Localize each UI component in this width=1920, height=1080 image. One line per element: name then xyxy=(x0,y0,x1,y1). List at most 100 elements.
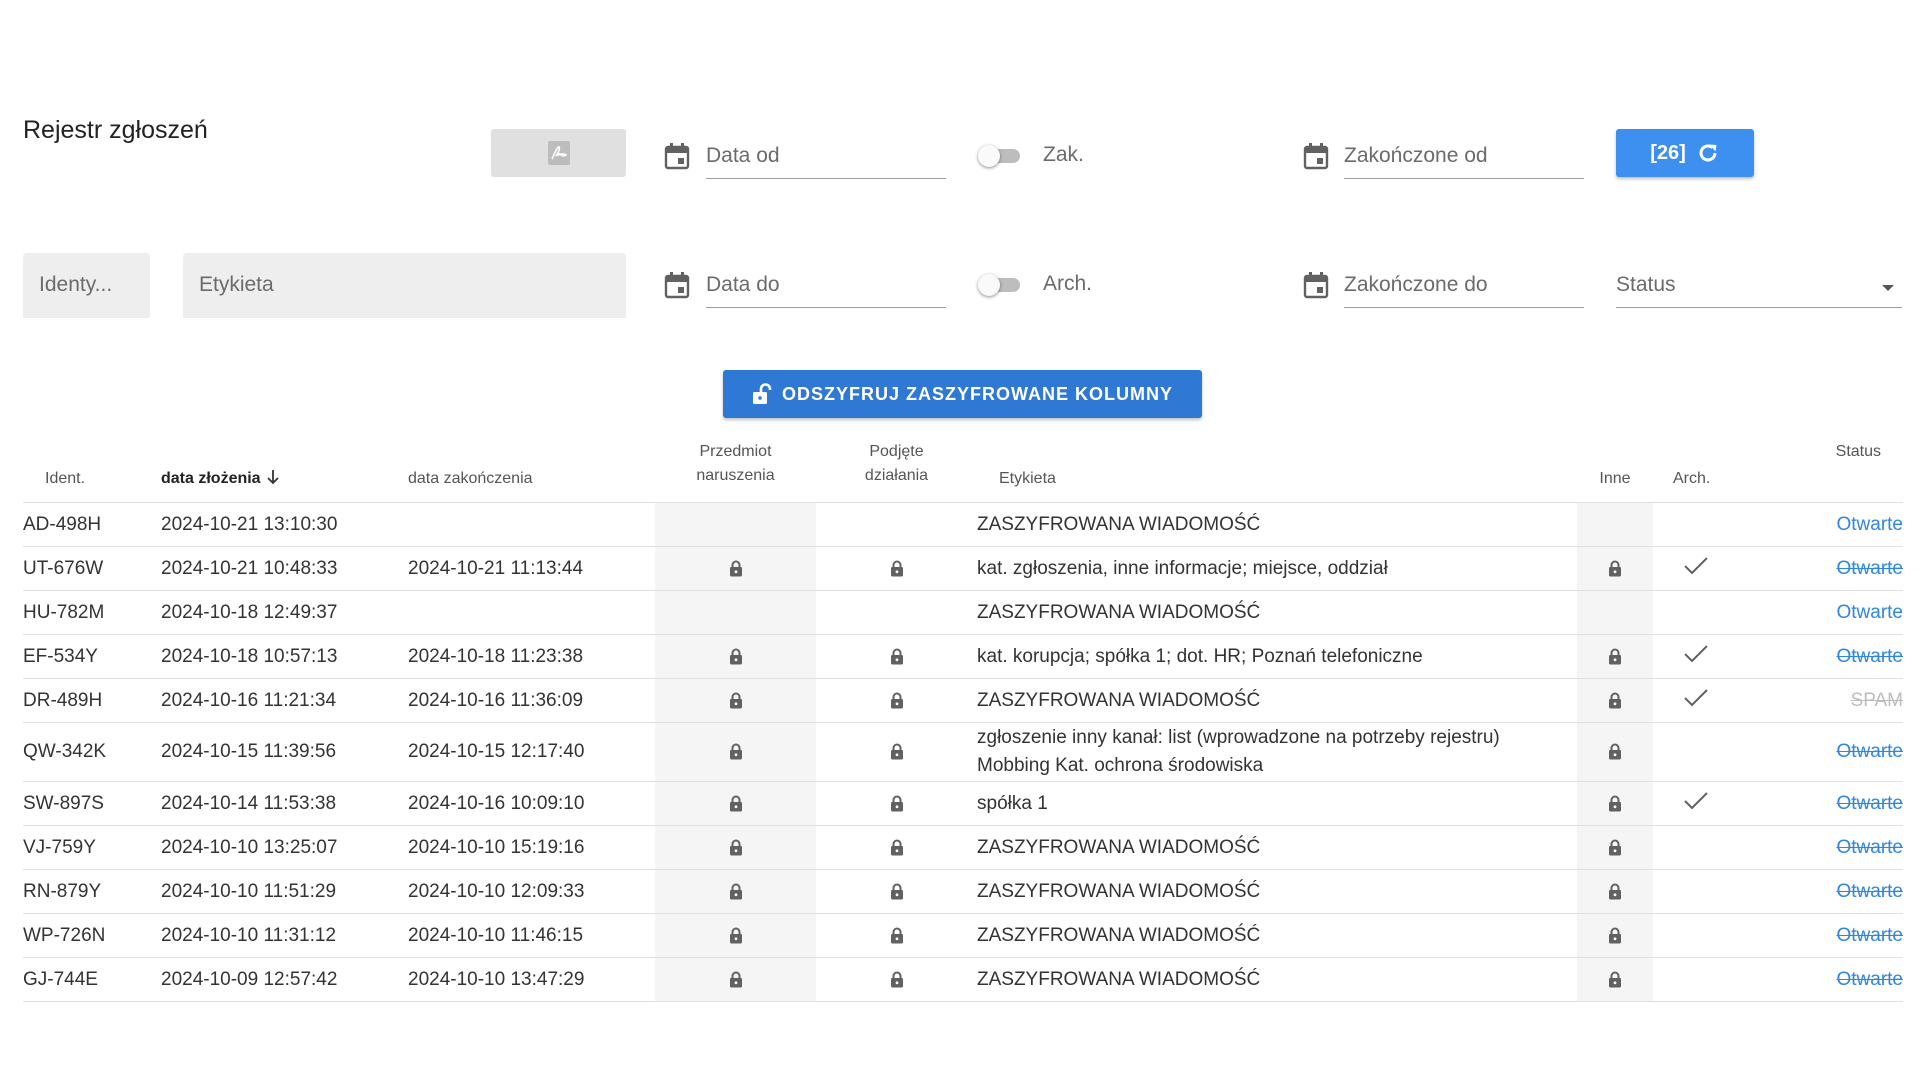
row-subject-cell xyxy=(655,502,816,547)
row-status-cell: Otwarte xyxy=(1738,590,1903,635)
row-ident-link[interactable]: VJ-759Y xyxy=(23,825,161,870)
date-from-field[interactable]: Data od xyxy=(706,130,946,179)
row-status-link[interactable]: Otwarte xyxy=(1836,837,1903,858)
row-submitted-date: 2024-10-15 11:39:56 xyxy=(161,722,408,782)
table-row[interactable]: SW-897S 2024-10-14 11:53:38 2024-10-16 10:… xyxy=(23,781,1903,826)
status-select[interactable]: Status xyxy=(1616,259,1902,308)
column-label[interactable]: Etykieta xyxy=(977,432,1577,503)
row-label-cell: spółka 1 xyxy=(977,781,1577,826)
row-ident-link[interactable]: SW-897S xyxy=(23,781,161,826)
row-ident-link[interactable]: AD-498H xyxy=(23,502,161,547)
decrypt-label: ODSZYFRUJ ZASZYFROWANE KOLUMNY xyxy=(781,383,1173,404)
completed-to-field[interactable]: Zakończone do xyxy=(1344,259,1584,308)
row-status-link[interactable]: Otwarte xyxy=(1836,969,1903,990)
row-label-cell: kat. zgłoszenia, inne informacje; miejsc… xyxy=(977,546,1577,591)
table-row[interactable]: EF-534Y 2024-10-18 10:57:13 2024-10-18 11:… xyxy=(23,634,1903,679)
row-archived-cell xyxy=(1653,869,1738,914)
table-row[interactable]: VJ-759Y 2024-10-10 13:25:07 2024-10-10 15:… xyxy=(23,825,1903,870)
check-icon xyxy=(1683,556,1708,574)
lock-icon xyxy=(729,648,742,665)
refresh-button[interactable]: [26] xyxy=(1616,129,1754,177)
row-actions-cell xyxy=(816,590,977,635)
row-ident-link[interactable]: GJ-744E xyxy=(23,957,161,1002)
column-ident[interactable]: Ident. xyxy=(23,432,161,503)
row-actions-cell xyxy=(816,957,977,1002)
label-field[interactable]: Etykieta xyxy=(183,253,626,318)
identifier-field[interactable]: Identy... xyxy=(23,253,150,318)
row-status-cell: Otwarte xyxy=(1738,825,1903,870)
column-completed[interactable]: data zakończenia xyxy=(408,432,655,503)
column-actions[interactable]: Podjęte działania xyxy=(816,432,977,503)
calendar-icon[interactable] xyxy=(1303,142,1329,170)
chevron-down-icon xyxy=(1882,285,1894,291)
row-status-link[interactable]: Otwarte xyxy=(1836,602,1903,623)
row-ident-link[interactable]: QW-342K xyxy=(23,722,161,782)
row-status-link[interactable]: Otwarte xyxy=(1836,925,1903,946)
row-label: spółka 1 xyxy=(977,792,1048,814)
row-ident-link[interactable]: EF-534Y xyxy=(23,634,161,679)
row-status-cell: Otwarte xyxy=(1738,546,1903,591)
column-status[interactable]: Status xyxy=(1738,432,1903,503)
lock-icon xyxy=(729,692,742,709)
page-title: Rejestr zgłoszeń xyxy=(23,116,208,144)
table-row[interactable]: HU-782M 2024-10-18 12:49:37 ZASZYFROWANA W… xyxy=(23,590,1903,635)
table-row[interactable]: GJ-744E 2024-10-09 12:57:42 2024-10-10 13:… xyxy=(23,957,1903,1002)
table-row[interactable]: WP-726N 2024-10-10 11:31:12 2024-10-10 11:… xyxy=(23,913,1903,958)
table-row[interactable]: UT-676W 2024-10-21 10:48:33 2024-10-21 11:… xyxy=(23,546,1903,591)
row-status-link[interactable]: Otwarte xyxy=(1836,646,1903,667)
calendar-icon[interactable] xyxy=(664,271,690,299)
row-label-cell: ZASZYFROWANA WIADOMOŚĆ xyxy=(977,502,1577,547)
column-submitted[interactable]: data złożenia xyxy=(161,432,408,503)
row-ident-link[interactable]: UT-676W xyxy=(23,546,161,591)
row-label: kat. korupcja; spółka 1; dot. HR; Poznań… xyxy=(977,645,1423,667)
row-ident-link[interactable]: DR-489H xyxy=(23,678,161,723)
row-completed-date: 2024-10-16 10:09:10 xyxy=(408,781,655,826)
row-status-link[interactable]: Otwarte xyxy=(1836,793,1903,814)
date-to-field[interactable]: Data do xyxy=(706,259,946,308)
row-other-cell xyxy=(1577,869,1653,914)
row-status-link[interactable]: Otwarte xyxy=(1836,881,1903,902)
table-row[interactable]: RN-879Y 2024-10-10 11:51:29 2024-10-10 12:… xyxy=(23,869,1903,914)
row-actions-cell xyxy=(816,913,977,958)
row-ident-link[interactable]: RN-879Y xyxy=(23,869,161,914)
row-status-link[interactable]: Otwarte xyxy=(1836,514,1903,535)
calendar-icon[interactable] xyxy=(664,142,690,170)
row-ident-link[interactable]: HU-782M xyxy=(23,590,161,635)
lock-icon xyxy=(1609,560,1621,577)
lock-icon xyxy=(729,744,742,760)
row-label-cell: ZASZYFROWANA WIADOMOŚĆ xyxy=(977,825,1577,870)
row-archived-cell xyxy=(1653,590,1738,635)
lock-icon xyxy=(729,560,742,577)
completed-toggle[interactable] xyxy=(978,143,1022,167)
column-other[interactable]: Inne xyxy=(1577,432,1653,503)
row-status-cell: Otwarte xyxy=(1738,722,1903,782)
archived-toggle[interactable] xyxy=(978,272,1022,296)
row-label-cell: ZASZYFROWANA WIADOMOŚĆ xyxy=(977,913,1577,958)
row-completed-date: 2024-10-10 12:09:33 xyxy=(408,869,655,914)
row-completed-date: 2024-10-15 12:17:40 xyxy=(408,722,655,782)
row-ident-link[interactable]: WP-726N xyxy=(23,913,161,958)
row-label: ZASZYFROWANA WIADOMOŚĆ xyxy=(977,601,1261,623)
status-placeholder: Status xyxy=(1616,273,1676,296)
row-label: kat. zgłoszenia, inne informacje; miejsc… xyxy=(977,557,1388,579)
row-status-link[interactable]: SPAM xyxy=(1851,690,1903,711)
lock-icon xyxy=(890,971,903,988)
table-row[interactable]: DR-489H 2024-10-16 11:21:34 2024-10-16 11:… xyxy=(23,678,1903,723)
decrypt-columns-button[interactable]: ODSZYFRUJ ZASZYFROWANE KOLUMNY xyxy=(723,370,1202,418)
table-row[interactable]: AD-498H 2024-10-21 13:10:30 ZASZYFROWANA W… xyxy=(23,502,1903,547)
completed-from-field[interactable]: Zakończone od xyxy=(1344,130,1584,179)
calendar-icon[interactable] xyxy=(1303,271,1329,299)
column-archived[interactable]: Arch. xyxy=(1653,432,1738,503)
toggle-thumb xyxy=(978,145,1000,167)
arrow-down-icon xyxy=(266,470,279,485)
table-row[interactable]: QW-342K 2024-10-15 11:39:56 2024-10-15 12:… xyxy=(23,722,1903,782)
row-subject-cell xyxy=(655,869,816,914)
row-other-cell xyxy=(1577,590,1653,635)
lock-icon xyxy=(890,692,903,709)
row-status-link[interactable]: Otwarte xyxy=(1836,558,1903,579)
column-subject[interactable]: Przedmiot naruszenia xyxy=(655,432,816,503)
row-completed-date: 2024-10-18 11:23:38 xyxy=(408,634,655,679)
row-status-link[interactable]: Otwarte xyxy=(1836,741,1903,762)
row-submitted-date: 2024-10-10 11:51:29 xyxy=(161,869,408,914)
export-pdf-button[interactable] xyxy=(491,129,626,177)
